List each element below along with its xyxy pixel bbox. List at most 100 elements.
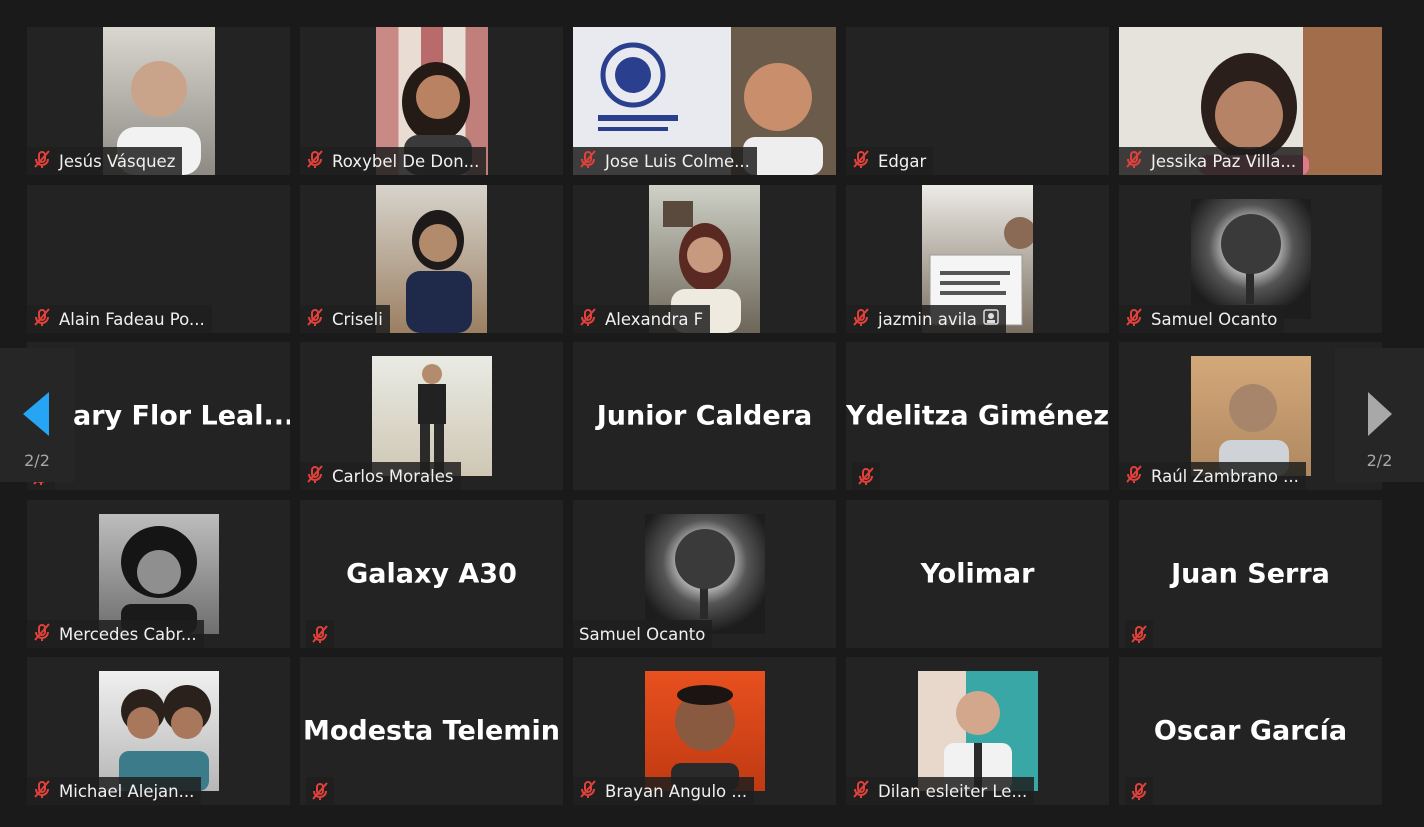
microphone-muted-icon <box>306 150 324 172</box>
participant-video <box>99 514 219 634</box>
nameplate: Raúl Zambrano ... <box>1119 462 1306 490</box>
nameplate: Carlos Morales <box>300 462 461 490</box>
participant-name-large: Juan Serra <box>1171 558 1330 590</box>
participant-name: Michael Alejan... <box>59 781 195 801</box>
participant-name: Carlos Morales <box>332 466 454 486</box>
participant-tile-brayan[interactable]: Brayan Angulo ... <box>573 657 836 805</box>
participant-tile-mercedes[interactable]: Mercedes Cabr... <box>27 500 290 648</box>
participant-tile-jazmin[interactable]: jazmin avila <box>846 185 1109 333</box>
page-indicator-right: 2/2 <box>1366 451 1393 470</box>
nameplate: Jesús Vásquez <box>27 147 183 175</box>
participant-name: Dilan esleiter Le... <box>878 781 1028 801</box>
participant-tile-ydelitza[interactable]: Ydelitza Giménez <box>846 342 1109 490</box>
participant-tile-criseli[interactable]: Criseli <box>300 185 563 333</box>
nameplate: Alain Fadeau Po... <box>27 305 212 333</box>
person-silhouette-icon <box>671 685 739 791</box>
participant-name: Alexandra F <box>605 309 704 329</box>
participant-tile-junior-caldera[interactable]: Junior Caldera <box>573 342 836 490</box>
nameplate: Dilan esleiter Le... <box>846 777 1035 805</box>
previous-page-button[interactable]: 2/2 <box>0 348 74 482</box>
participant-name-large: Junior Caldera <box>596 400 813 432</box>
microphone-muted-icon <box>852 780 870 802</box>
microphone-muted-icon <box>1125 777 1153 805</box>
nameplate: Alexandra F <box>573 305 711 333</box>
next-page-button[interactable]: 2/2 <box>1335 348 1424 482</box>
nameplate: Criseli <box>300 305 390 333</box>
participant-tile-jose-luis[interactable]: Jose Luis Colme... <box>573 27 836 175</box>
participant-name-large: Ydelitza Giménez <box>846 400 1109 432</box>
participant-tile-juan-serra[interactable]: Juan Serra <box>1119 500 1382 648</box>
nameplate: Roxybel De Don... <box>300 147 487 175</box>
nameplate: Michael Alejan... <box>27 777 202 805</box>
participant-name: Raúl Zambrano ... <box>1151 466 1299 486</box>
participant-name: Mercedes Cabr... <box>59 624 197 644</box>
participant-name: Jessika Paz Villa... <box>1151 151 1297 171</box>
microphone-muted-icon <box>33 623 51 645</box>
participant-name-large: ary Flor Leal... <box>73 400 290 432</box>
participant-video <box>645 671 765 791</box>
participant-tile-roxybel[interactable]: Roxybel De Don... <box>300 27 563 175</box>
microphone-muted-icon <box>579 308 597 330</box>
microphone-muted-icon <box>33 780 51 802</box>
participant-name: Samuel Ocanto <box>579 624 706 644</box>
participant-tile-yolimar[interactable]: Yolimar <box>846 500 1109 648</box>
person-silhouette-icon <box>121 526 197 634</box>
tree-icon <box>675 529 735 619</box>
participant-tile-samuel-ocanto-2[interactable]: Samuel Ocanto <box>573 500 836 648</box>
participant-video <box>1191 356 1311 476</box>
participant-name: Edgar <box>878 151 927 171</box>
microphone-muted-icon <box>852 462 880 490</box>
tree-photo <box>1191 199 1311 319</box>
microphone-muted-icon <box>1125 308 1143 330</box>
participant-tile-jessika[interactable]: Jessika Paz Villa... <box>1119 27 1382 175</box>
participant-name: Brayan Angulo ... <box>605 781 748 801</box>
participant-name: jazmin avila <box>878 309 977 329</box>
participant-video <box>372 356 492 476</box>
page-indicator-left: 2/2 <box>24 451 50 470</box>
participant-video <box>99 671 219 791</box>
participant-name: Criseli <box>332 309 383 329</box>
participant-tile-alexandra[interactable]: Alexandra F <box>573 185 836 333</box>
participant-tile-michael[interactable]: Michael Alejan... <box>27 657 290 805</box>
person-silhouette-icon <box>1219 384 1289 476</box>
participant-name-large: Galaxy A30 <box>346 558 517 590</box>
person-silhouette-icon <box>406 210 472 333</box>
microphone-muted-icon <box>33 308 51 330</box>
microphone-muted-icon <box>579 780 597 802</box>
tree-icon <box>1221 214 1281 304</box>
participant-tile-galaxy-a30[interactable]: Galaxy A30 <box>300 500 563 648</box>
participant-name: Jesús Vásquez <box>59 151 176 171</box>
nameplate: Samuel Ocanto <box>1119 305 1285 333</box>
microphone-muted-icon <box>852 150 870 172</box>
participant-tile-modesta[interactable]: Modesta Telemin <box>300 657 563 805</box>
nameplate: Mercedes Cabr... <box>27 620 204 648</box>
participant-tile-oscar-garcia[interactable]: Oscar García <box>1119 657 1382 805</box>
nameplate: Samuel Ocanto <box>573 620 713 648</box>
person-silhouette-icon <box>418 364 446 474</box>
participant-tile-dilan[interactable]: Dilan esleiter Le... <box>846 657 1109 805</box>
nameplate: Brayan Angulo ... <box>573 777 755 805</box>
participant-tile-carlos-morales[interactable]: Carlos Morales <box>300 342 563 490</box>
microphone-muted-icon <box>1125 150 1143 172</box>
participant-video <box>918 671 1038 791</box>
participant-tile-alain[interactable]: Alain Fadeau Po... <box>27 185 290 333</box>
participant-name: Jose Luis Colme... <box>605 151 750 171</box>
microphone-muted-icon <box>306 308 324 330</box>
microphone-muted-icon <box>1125 620 1153 648</box>
microphone-muted-icon <box>306 777 334 805</box>
participant-tile-edgar[interactable]: Edgar <box>846 27 1109 175</box>
microphone-muted-icon <box>306 620 334 648</box>
participant-name-large: Oscar García <box>1153 715 1348 747</box>
microphone-muted-icon <box>579 150 597 172</box>
microphone-muted-icon <box>306 465 324 487</box>
participant-name: Samuel Ocanto <box>1151 309 1278 329</box>
nameplate: jazmin avila <box>846 305 1006 333</box>
participant-tile-jesus-vasquez[interactable]: Jesús Vásquez <box>27 27 290 175</box>
nameplate: Jessika Paz Villa... <box>1119 147 1304 175</box>
share-icon <box>983 309 999 329</box>
participant-tile-samuel-ocanto-1[interactable]: Samuel Ocanto <box>1119 185 1382 333</box>
participant-name: Alain Fadeau Po... <box>59 309 205 329</box>
arrow-right-icon <box>1335 392 1424 436</box>
person-silhouette-icon <box>944 691 1012 791</box>
person-silhouette-icon <box>119 685 211 791</box>
